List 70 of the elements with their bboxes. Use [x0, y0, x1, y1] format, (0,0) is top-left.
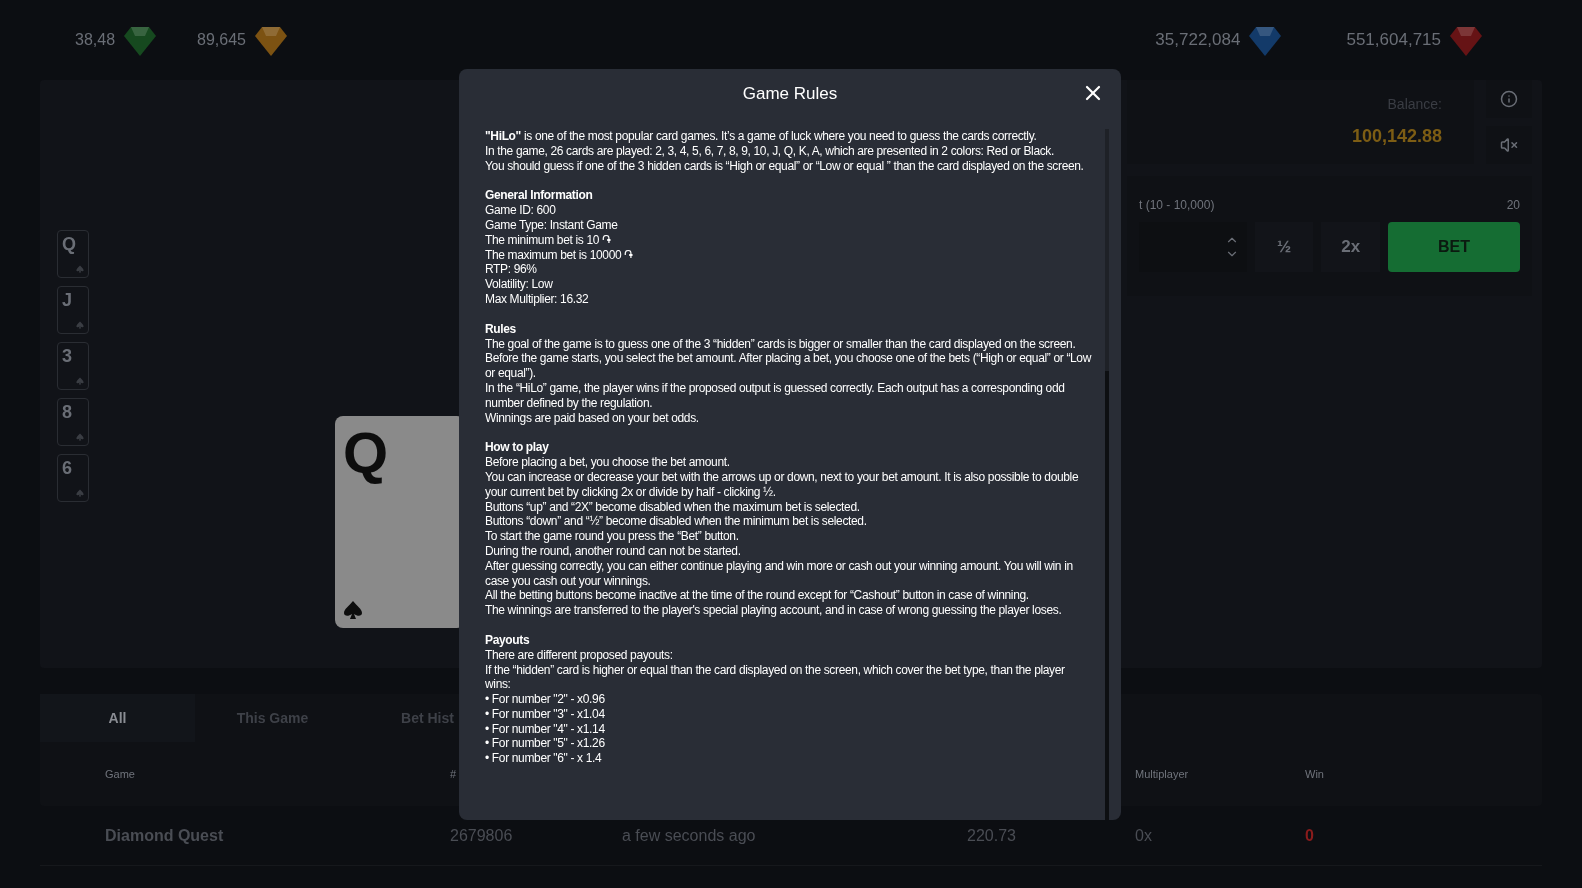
column-header: Multiplayer — [1135, 767, 1189, 780]
rules-intro: You should guess if one of the 3 hidden cards is “High or equal” or “Low or equal ” than the card displayed on the screen. — [485, 158, 1085, 174]
rules-text: After guessing correctly, you can either continue playing and win more or cash out your winning amount. You will win in case you cash out your winnings. — [485, 558, 1074, 589]
section-heading: How to play — [485, 440, 550, 456]
table-cell-text: 0x — [1135, 825, 1153, 846]
rules-text: Game Type: Instant Game — [485, 218, 619, 233]
bet-value: 20 — [1506, 197, 1520, 214]
rules-text: Before placing a bet, you choose the bet amount. — [485, 455, 731, 470]
rules-text: All the betting buttons become inactive at the time of the round except for “Cashout” button in case of winning. — [485, 588, 1030, 604]
rules-text: The minimum bet is 10 ֏ — [485, 232, 612, 248]
spade-icon — [343, 600, 363, 620]
rules-text: During the round, another round can not be started. — [485, 543, 742, 559]
rules-text: Winnings are paid based on your bet odds. — [485, 410, 700, 426]
rules-text: • For number "4" - x1.14 — [485, 721, 606, 737]
rules-text: Buttons “down” and “½” become disabled when the minimum bet is selected. — [485, 514, 868, 530]
table-cell-text: Diamond Quest — [105, 825, 225, 846]
column-header: Win — [1305, 766, 1324, 782]
table-cell-text: 0 — [1305, 825, 1314, 846]
rules-text: The goal of the game is to guess one of the 3 “hidden” cards is bigger or smaller than the card displayed on the screen. — [485, 336, 1077, 352]
jackpot-amount: 35,722,084 — [1155, 29, 1241, 52]
history-card: 6 — [57, 454, 89, 502]
section-heading: General Information — [485, 188, 594, 204]
rules-text: • For number "3" - x1.04 — [485, 706, 606, 722]
jackpot-amount: 38,48 — [75, 30, 116, 50]
table-cell-text: a few seconds ago — [622, 825, 757, 846]
mute-icon — [1500, 136, 1518, 154]
rules-text: You can increase or decrease your bet with the arrows up or down, next to your bet amount. It is also possible to double your current bet by clicking 2x or divide by half - clicking ½. — [485, 469, 1080, 500]
spade-icon — [76, 433, 84, 441]
bet-button[interactable]: BET — [1388, 222, 1520, 272]
spade-icon — [76, 265, 84, 273]
column-header: # — [450, 767, 457, 780]
rules-intro: In the game, 26 cards are played: 2, 3, 4, 5, 6, 7, 8, 9, 10, J, Q, K, A, which are presented in 2 colors: Red or Black. — [485, 143, 1055, 159]
bet-range-label: t (10 - 10,000) — [1139, 197, 1215, 214]
column-header: Game — [105, 767, 135, 780]
history-card: 8 — [57, 398, 89, 446]
section-heading: Rules — [485, 321, 517, 337]
jackpot-amount: 89,645 — [197, 30, 246, 50]
rules-text: In the “HiLo” game, the player wins if the proposed output is guessed correctly. Each output has a corresponding odd number defined by the regulation. — [485, 380, 1066, 411]
history-card: 3 — [57, 342, 89, 390]
history-tab[interactable]: All — [40, 694, 195, 742]
rules-text: Volatility: Low — [485, 277, 554, 292]
spade-icon — [76, 377, 84, 385]
history-card: Q — [57, 230, 89, 278]
rules-text: To start the game round you press the “Bet” button. — [485, 529, 740, 544]
rules-text: The winnings are transferred to the player's special playing account, and in case of wrong guessing the player loses. — [485, 603, 1063, 618]
scrollbar[interactable] — [1105, 129, 1109, 820]
rules-text: Game ID: 600 — [485, 203, 557, 218]
rules-text: Before the game starts, you select the bet amount. After placing a bet, you choose one of the bets (“High or equal” or “Low or equal”). — [485, 351, 1093, 381]
rules-text: Buttons “up” and “2X” become disabled when the maximum bet is selected. — [485, 499, 861, 515]
rules-text: • For number "2" - x0.96 — [485, 692, 606, 707]
double-button[interactable]: 2x — [1321, 222, 1381, 272]
history-card: J — [57, 286, 89, 334]
jackpot-amount: 551,604,715 — [1346, 29, 1441, 52]
rules-text: • For number "5" - x1.26 — [485, 736, 606, 752]
rules-text: The maximum bet is 10000 ֏ — [485, 247, 634, 263]
dialog-title: Game Rules — [742, 83, 838, 106]
spade-icon — [76, 321, 84, 329]
table-cell-text: 2679806 — [450, 825, 514, 846]
spade-icon — [76, 489, 84, 497]
info-icon — [1500, 90, 1518, 108]
rules-text: Max Multiplier: 16.32 — [485, 291, 590, 307]
balance-value: 100,142.88 — [1351, 125, 1442, 148]
rules-intro: "HiLo" is one of the most popular card games. It’s a game of luck where you need to guess the cards correctly. — [485, 129, 1038, 144]
section-heading: Payouts — [485, 632, 531, 648]
rules-text: RTP: 96% — [485, 262, 538, 278]
half-button[interactable]: ½ — [1254, 222, 1314, 272]
table-cell-text: 220.73 — [967, 825, 1017, 846]
rules-text: If the “hidden” card is higher or equal than the card displayed on the screen, which cover the bet type, than the player wins: — [485, 662, 1066, 693]
rules-text: • For number "6" - x 1.4 — [485, 751, 603, 767]
rules-text: There are different proposed payouts: — [485, 647, 674, 663]
